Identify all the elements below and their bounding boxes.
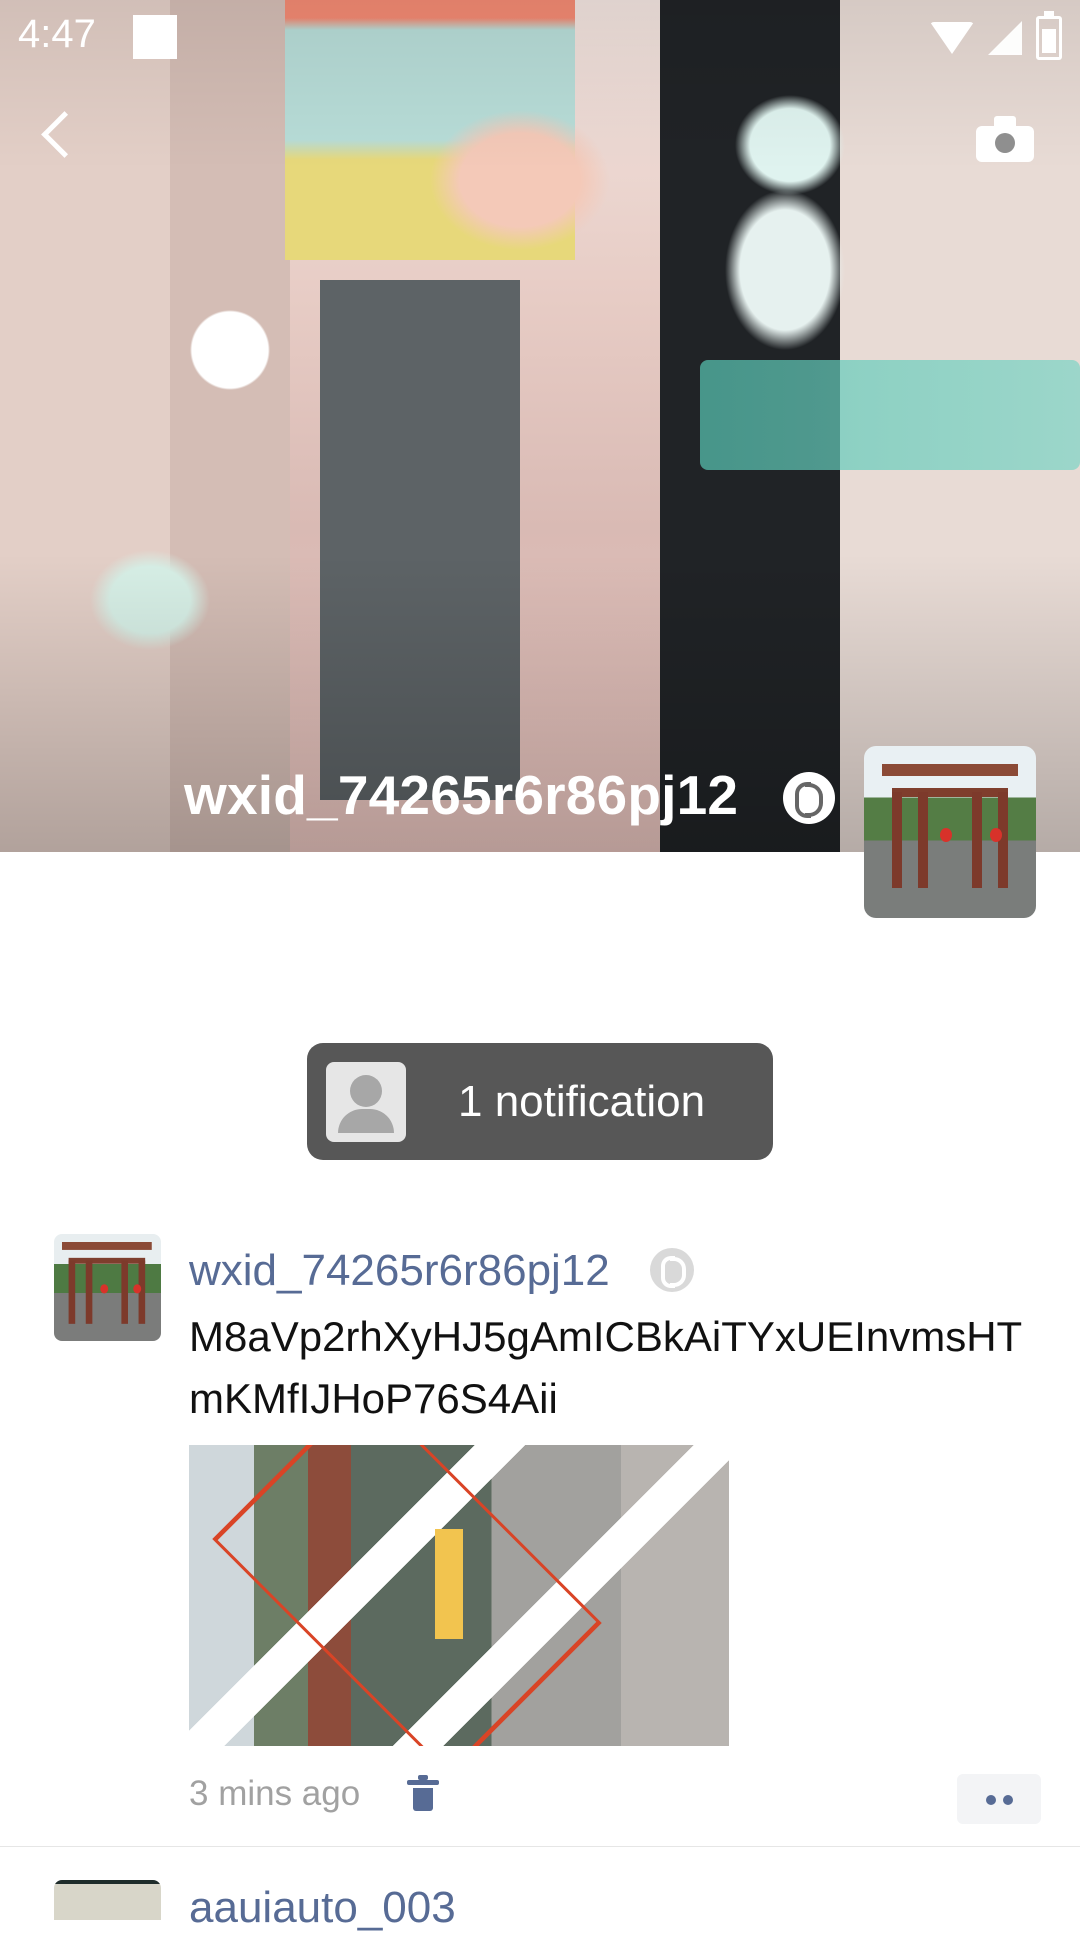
camera-lens xyxy=(995,133,1015,153)
status-notification-icon xyxy=(133,15,177,59)
next-post-author-name[interactable]: aauiauto_003 xyxy=(189,1882,456,1934)
notification-avatar xyxy=(326,1062,406,1142)
notification-pill[interactable]: 1 notification xyxy=(307,1043,773,1160)
back-button[interactable] xyxy=(30,108,80,168)
moment-post: wxid_74265r6r86pj12 M8aVp2rhXyHJ5gAmICBk… xyxy=(0,1234,1080,1848)
post-author-name[interactable]: wxid_74265r6r86pj12 xyxy=(189,1245,610,1297)
image-sign xyxy=(435,1529,463,1639)
image-decoration xyxy=(212,1445,602,1746)
status-time: 4:47 xyxy=(18,12,96,56)
gate-image-art xyxy=(882,764,1018,892)
battery-icon xyxy=(1036,11,1062,60)
verified-badge-icon xyxy=(650,1248,694,1292)
verified-badge-icon xyxy=(783,772,835,824)
camera-button[interactable] xyxy=(976,116,1034,162)
wifi-icon xyxy=(930,22,974,54)
post-text: M8aVp2rhXyHJ5gAmICBkAiTYxUEInvmsHTmKMfIJ… xyxy=(189,1313,1023,1422)
status-icons xyxy=(930,11,1062,60)
post-avatar[interactable] xyxy=(54,1234,161,1341)
notification-text: 1 notification xyxy=(458,1077,706,1126)
profile-avatar[interactable] xyxy=(864,746,1036,918)
post-divider xyxy=(0,1846,1080,1847)
trash-icon[interactable] xyxy=(407,1775,439,1811)
next-post-avatar[interactable] xyxy=(54,1880,161,1920)
profile-name[interactable]: wxid_74265r6r86pj12 xyxy=(184,763,738,827)
cover-scrim xyxy=(0,0,1080,852)
gate-image-art xyxy=(62,1242,152,1324)
post-time: 3 mins ago xyxy=(189,1774,361,1813)
more-actions-button[interactable] xyxy=(957,1774,1041,1824)
signal-icon xyxy=(988,21,1022,55)
status-bar: 4:47 xyxy=(0,0,1080,76)
post-image[interactable] xyxy=(189,1445,729,1746)
